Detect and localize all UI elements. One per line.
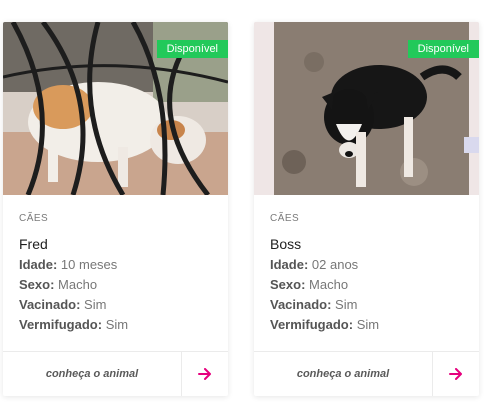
- vaccinated-row: Vacinado: Sim: [270, 297, 463, 314]
- sex-value: Macho: [58, 277, 98, 292]
- age-value: 02 anos: [311, 257, 359, 272]
- animal-photo: Disponível: [3, 22, 228, 195]
- sex-label: Sexo:: [19, 277, 55, 292]
- arrow-right-icon: [449, 368, 462, 380]
- meet-animal-link[interactable]: conheça o animal: [254, 352, 432, 396]
- animal-photo: Disponível: [254, 22, 479, 195]
- dewormed-value: Sim: [105, 317, 129, 332]
- sex-row: Sexo: Macho: [270, 277, 463, 294]
- vaccinated-label: Vacinado:: [19, 297, 81, 312]
- animal-info: CÃES Boss Idade: 02 anos Sexo: Macho Vac…: [254, 213, 479, 334]
- dewormed-value: Sim: [356, 317, 380, 332]
- sex-row: Sexo: Macho: [19, 277, 212, 294]
- arrow-right-icon: [198, 368, 211, 380]
- animal-name: Boss: [270, 236, 302, 252]
- age-row: Idade: 10 meses: [19, 257, 212, 274]
- status-badge: Disponível: [407, 40, 479, 58]
- animal-name: Fred: [19, 236, 48, 252]
- animal-card: Disponível CÃES Fred Idade: 10 meses Sex…: [3, 22, 228, 396]
- dewormed-row: Vermifugado: Sim: [270, 317, 463, 334]
- arrow-button[interactable]: [181, 352, 228, 396]
- animal-card: Disponível CÃES Boss Idade: 02 anos Sexo…: [254, 22, 479, 396]
- age-row: Idade: 02 anos: [270, 257, 463, 274]
- arrow-button[interactable]: [432, 352, 479, 396]
- animal-category: CÃES: [270, 213, 300, 224]
- meet-animal-link[interactable]: conheça o animal: [3, 352, 181, 396]
- age-value: 10 meses: [60, 257, 118, 272]
- vaccinated-row: Vacinado: Sim: [19, 297, 212, 314]
- vaccinated-label: Vacinado:: [270, 297, 332, 312]
- dewormed-label: Vermifugado:: [19, 317, 103, 332]
- animal-category: CÃES: [19, 213, 49, 224]
- card-footer: conheça o animal: [3, 351, 228, 396]
- dewormed-row: Vermifugado: Sim: [19, 317, 212, 334]
- status-badge: Disponível: [156, 40, 228, 58]
- card-footer: conheça o animal: [254, 351, 479, 396]
- age-label: Idade:: [19, 257, 58, 272]
- animal-grid: Disponível CÃES Fred Idade: 10 meses Sex…: [0, 0, 500, 405]
- age-label: Idade:: [270, 257, 309, 272]
- sex-label: Sexo:: [270, 277, 306, 292]
- vaccinated-value: Sim: [84, 297, 107, 312]
- animal-info: CÃES Fred Idade: 10 meses Sexo: Macho Va…: [3, 213, 228, 334]
- sex-value: Macho: [309, 277, 349, 292]
- vaccinated-value: Sim: [335, 297, 358, 312]
- dewormed-label: Vermifugado:: [270, 317, 354, 332]
